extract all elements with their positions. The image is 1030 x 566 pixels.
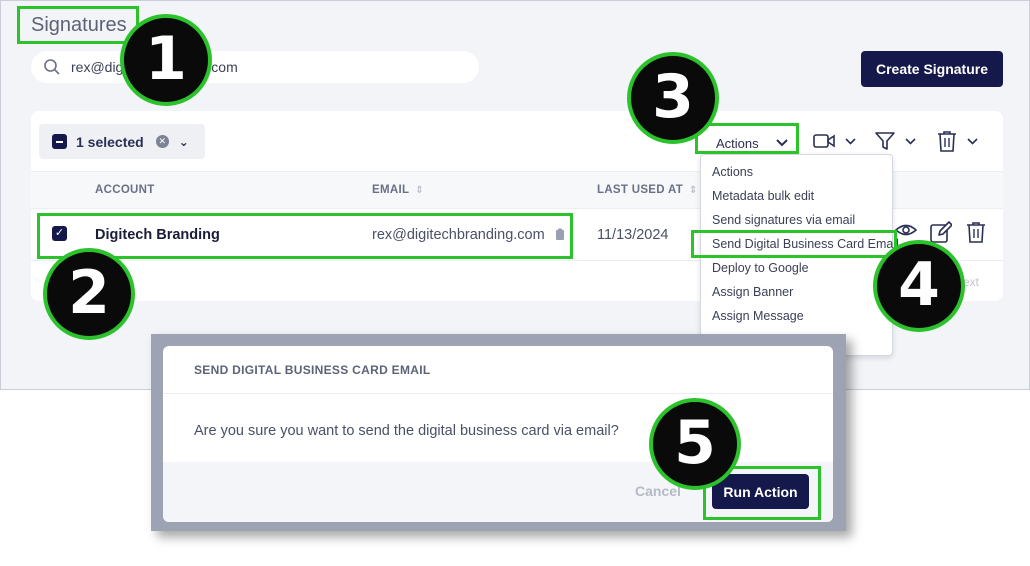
chevron-down-icon [845, 137, 856, 145]
callout-step-2: 2 [43, 248, 135, 340]
last-used-date: 11/13/2024 [597, 227, 669, 243]
chevron-down-icon [776, 139, 788, 147]
dialog-footer: Cancel Run Action [163, 462, 833, 522]
menu-item-deploy-to-google[interactable]: Deploy to Google [701, 258, 892, 282]
trash-icon [938, 131, 956, 152]
menu-item-metadata-bulk-edit[interactable]: Metadata bulk edit [701, 186, 892, 210]
row-checkbox[interactable]: ✓ [52, 226, 67, 241]
column-header-email[interactable]: EMAIL ⇕ [372, 184, 424, 196]
pagination-next[interactable]: ext [963, 275, 979, 289]
column-header-last-used-label: LAST USED AT [597, 184, 684, 196]
callout-step-4: 4 [873, 240, 965, 332]
account-name: Digitech Branding [95, 227, 220, 243]
filter-button[interactable] [875, 129, 916, 153]
callout-step-1: 1 [120, 14, 212, 106]
column-header-last-used[interactable]: LAST USED AT ⇕ [597, 184, 698, 196]
column-header-account[interactable]: ACCOUNT [95, 184, 155, 196]
menu-item-send-digital-business-card[interactable]: Send Digital Business Card Email [701, 234, 899, 258]
actions-label: Actions [716, 135, 759, 151]
search-bar[interactable] [31, 51, 479, 83]
filter-icon [875, 132, 895, 150]
sort-icon[interactable]: ⇕ [689, 185, 698, 196]
run-action-button[interactable]: Run Action [712, 474, 809, 509]
menu-item-assign-message[interactable]: Assign Message [701, 306, 892, 330]
sort-icon[interactable]: ⇕ [415, 185, 424, 196]
dialog-title: SEND DIGITAL BUSINESS CARD EMAIL [163, 346, 833, 394]
clipboard-icon[interactable] [555, 228, 565, 240]
edit-icon[interactable] [930, 221, 952, 243]
actions-dropdown[interactable]: Actions [706, 131, 798, 155]
create-signature-button[interactable]: Create Signature [861, 51, 1003, 87]
selection-chip[interactable]: 1 selected ✕ ⌄ [39, 124, 205, 159]
video-filter-button[interactable] [813, 129, 856, 153]
column-header-email-label: EMAIL [372, 184, 410, 196]
callout-step-5: 5 [649, 398, 741, 490]
menu-item-actions[interactable]: Actions [701, 162, 892, 186]
menu-item-send-signatures-email[interactable]: Send signatures via email [701, 210, 892, 234]
chevron-down-icon[interactable]: ⌄ [179, 135, 189, 149]
chevron-down-icon [967, 137, 978, 145]
account-email: rex@digitechbranding.com [372, 227, 565, 243]
menu-item-assign-banner[interactable]: Assign Banner [701, 282, 892, 306]
account-email-text: rex@digitechbranding.com [372, 227, 545, 243]
selected-count: 1 selected [76, 133, 144, 150]
page-title: Signatures [31, 14, 127, 36]
deselect-checkbox[interactable] [52, 134, 67, 149]
chevron-down-icon [905, 137, 916, 145]
clear-selection-icon[interactable]: ✕ [155, 135, 169, 148]
bulk-delete-button[interactable] [937, 129, 978, 153]
callout-step-3: 3 [627, 52, 719, 144]
search-icon [44, 59, 60, 75]
actions-menu: Actions Metadata bulk edit Send signatur… [700, 154, 899, 356]
video-icon [813, 134, 835, 148]
trash-icon[interactable] [966, 221, 986, 243]
